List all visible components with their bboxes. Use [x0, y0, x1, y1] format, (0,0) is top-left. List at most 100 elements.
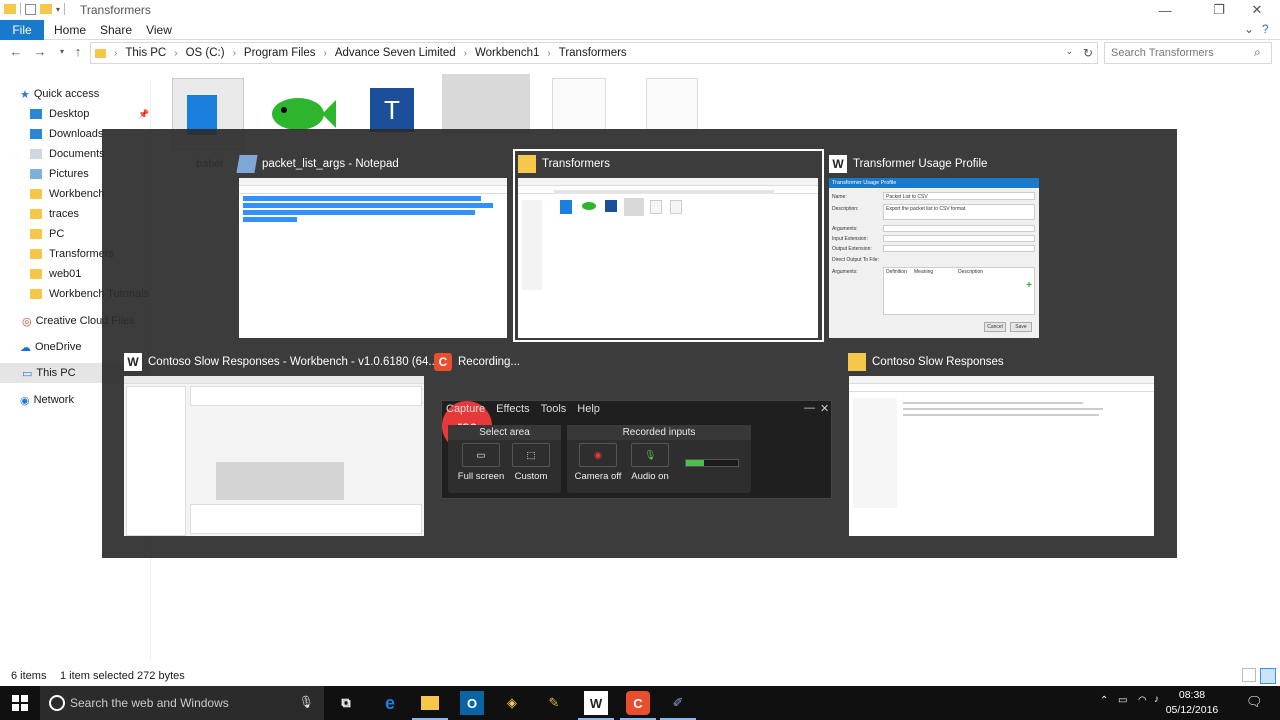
menu-help[interactable]: Help	[577, 403, 600, 415]
notepad-icon	[236, 155, 258, 173]
input-extension-label: Input Extension:	[832, 236, 868, 242]
start-button[interactable]	[0, 686, 40, 720]
microphone-icon[interactable]: 🎙	[299, 695, 314, 709]
select-area-group: Select area ▭ Full screen ⬚ Custom	[448, 425, 561, 493]
name-field: Packet List to CSV	[883, 192, 1035, 200]
nav-label: Network	[33, 394, 74, 406]
camtasia-taskbar-icon[interactable]: C	[620, 691, 656, 720]
menu-effects[interactable]: Effects	[496, 403, 529, 415]
text-file-thumbnail[interactable]	[552, 78, 606, 134]
breadcrumb-advance-seven[interactable]: Advance Seven Limited	[335, 47, 456, 59]
tools-icon[interactable]: ✎	[542, 691, 566, 715]
folder-icon	[95, 48, 106, 58]
workbench-taskbar-icon[interactable]: W	[578, 691, 614, 720]
save-button: Save	[1010, 322, 1032, 332]
breadcrumb-transformers[interactable]: Transformers	[559, 47, 627, 59]
properties-icon[interactable]	[25, 3, 36, 15]
custom-area-icon: ⬚	[512, 443, 550, 467]
up-button[interactable]: ↑	[70, 44, 86, 60]
minimize-button[interactable]: —	[1142, 0, 1188, 20]
menu-capture[interactable]: Capture	[446, 403, 485, 415]
star-icon: ★	[20, 88, 30, 101]
wifi-icon[interactable]: ◠	[1138, 695, 1147, 706]
expand-ribbon-icon[interactable]: ⌄	[1244, 22, 1254, 36]
workbench-icon: W	[124, 353, 142, 371]
new-folder-icon[interactable]	[40, 4, 52, 14]
address-bar[interactable]: › This PC › OS (C:) › Program Files › Ad…	[90, 42, 1098, 64]
direct-output-label: Direct Output To File:	[832, 257, 879, 263]
pictures-icon	[30, 169, 42, 179]
add-icon: +	[1026, 280, 1032, 291]
description-field: Export the packet list to CSV format.	[883, 204, 1035, 220]
workbench-icon: W	[829, 155, 847, 173]
switcher-card-usage-profile[interactable]: W Transformer Usage Profile Transformer …	[829, 152, 1041, 338]
camera-toggle[interactable]: ◉ Camera off	[573, 443, 623, 482]
full-screen-button[interactable]: ▭ Full screen	[456, 443, 506, 482]
switcher-card-transformers[interactable]: Transformers	[518, 152, 820, 338]
pin-icon: 📌	[138, 108, 150, 119]
nav-label: Desktop	[49, 108, 90, 120]
card-title: Transformers	[542, 158, 610, 170]
switcher-card-workbench[interactable]: W Contoso Slow Responses - Workbench - v…	[124, 350, 438, 536]
recorded-inputs-group: Recorded inputs ◉ Camera off 🎙 Audio on	[567, 425, 751, 493]
nav-quick-access[interactable]: ★ Quick access	[20, 84, 170, 104]
audio-toggle[interactable]: 🎙 Audio on	[625, 443, 675, 482]
custom-area-button[interactable]: ⬚ Custom	[506, 443, 556, 482]
menu-tools[interactable]: Tools	[541, 403, 567, 415]
breadcrumb-workbench1[interactable]: Workbench1	[475, 47, 539, 59]
clock[interactable]: 08:38 05/12/2016	[1160, 688, 1224, 718]
breadcrumb-this-pc[interactable]: This PC	[125, 47, 166, 59]
arguments-label: Arguments:	[832, 226, 858, 232]
cortana-search-box[interactable]: Search the web and Windows 🎙	[40, 686, 324, 720]
nav-item-desktop[interactable]: Desktop 📌	[30, 104, 180, 124]
close-icon[interactable]: ✕	[820, 402, 829, 415]
file-explorer-icon[interactable]	[412, 691, 448, 720]
camtasia-icon: C	[434, 353, 452, 371]
notifications-icon[interactable]: 🗨	[1246, 694, 1263, 710]
description-label: Description:	[832, 206, 859, 212]
breadcrumb-os-c[interactable]: OS (C:)	[186, 47, 225, 59]
network-icon: ◉	[20, 394, 30, 407]
blank-file-thumbnail[interactable]	[646, 78, 698, 134]
battery-icon[interactable]: ▭	[1118, 695, 1127, 706]
tab-file[interactable]: File	[0, 20, 44, 40]
tab-share[interactable]: Share	[100, 20, 132, 40]
switcher-card-recording[interactable]: C Recording...	[434, 350, 834, 374]
customize-qat-icon[interactable]: ▾	[56, 5, 60, 14]
app-icon[interactable]: ◈	[500, 691, 524, 715]
selected-file-thumbnail[interactable]	[442, 74, 530, 134]
tab-view[interactable]: View	[144, 20, 174, 40]
task-view-icon[interactable]: ⧉	[334, 691, 358, 715]
full-screen-label: Full screen	[457, 471, 505, 482]
large-icons-view-icon[interactable]	[1260, 668, 1276, 684]
volume-icon[interactable]: ♪	[1154, 694, 1159, 705]
recorder-menu: Capture Effects Tools Help	[446, 403, 600, 415]
clock-date: 05/12/2016	[1165, 704, 1219, 716]
details-view-icon[interactable]	[1242, 668, 1256, 682]
taskbar: Search the web and Windows 🎙 ⧉ e O ◈ ✎ W…	[0, 686, 1280, 720]
edge-icon[interactable]: e	[378, 691, 402, 715]
forward-button[interactable]: →	[32, 44, 48, 60]
search-input[interactable]: Search Transformers	[1104, 42, 1272, 64]
window-preview: Transformer Usage Profile Name: Packet L…	[829, 178, 1039, 338]
switcher-card-notepad[interactable]: packet_list_args - Notepad	[236, 152, 510, 338]
creative-cloud-icon: ◎	[22, 315, 32, 328]
t-file-thumbnail[interactable]: T	[370, 88, 414, 132]
recent-locations-icon[interactable]: ▾	[54, 44, 70, 60]
address-dropdown-icon[interactable]: ⌄	[1065, 46, 1073, 57]
close-button[interactable]: ✕	[1234, 0, 1280, 20]
help-icon[interactable]: ?	[1262, 22, 1269, 36]
switcher-card-contoso[interactable]: Contoso Slow Responses	[848, 350, 1156, 536]
nav-label: Downloads	[49, 128, 104, 140]
minimize-icon[interactable]: —	[804, 402, 815, 414]
notepad-taskbar-icon[interactable]: ✐	[660, 691, 696, 720]
card-title: Recording...	[458, 356, 521, 368]
breadcrumb-program-files[interactable]: Program Files	[244, 47, 316, 59]
nav-label: Workbench	[49, 188, 105, 200]
outlook-icon[interactable]: O	[460, 691, 484, 715]
audio-level-slider[interactable]	[685, 459, 739, 467]
refresh-icon[interactable]: ↻	[1083, 46, 1093, 60]
back-button[interactable]: ←	[8, 44, 24, 60]
chevron-up-icon[interactable]: ⌃	[1100, 695, 1108, 706]
tab-home[interactable]: Home	[54, 20, 86, 40]
